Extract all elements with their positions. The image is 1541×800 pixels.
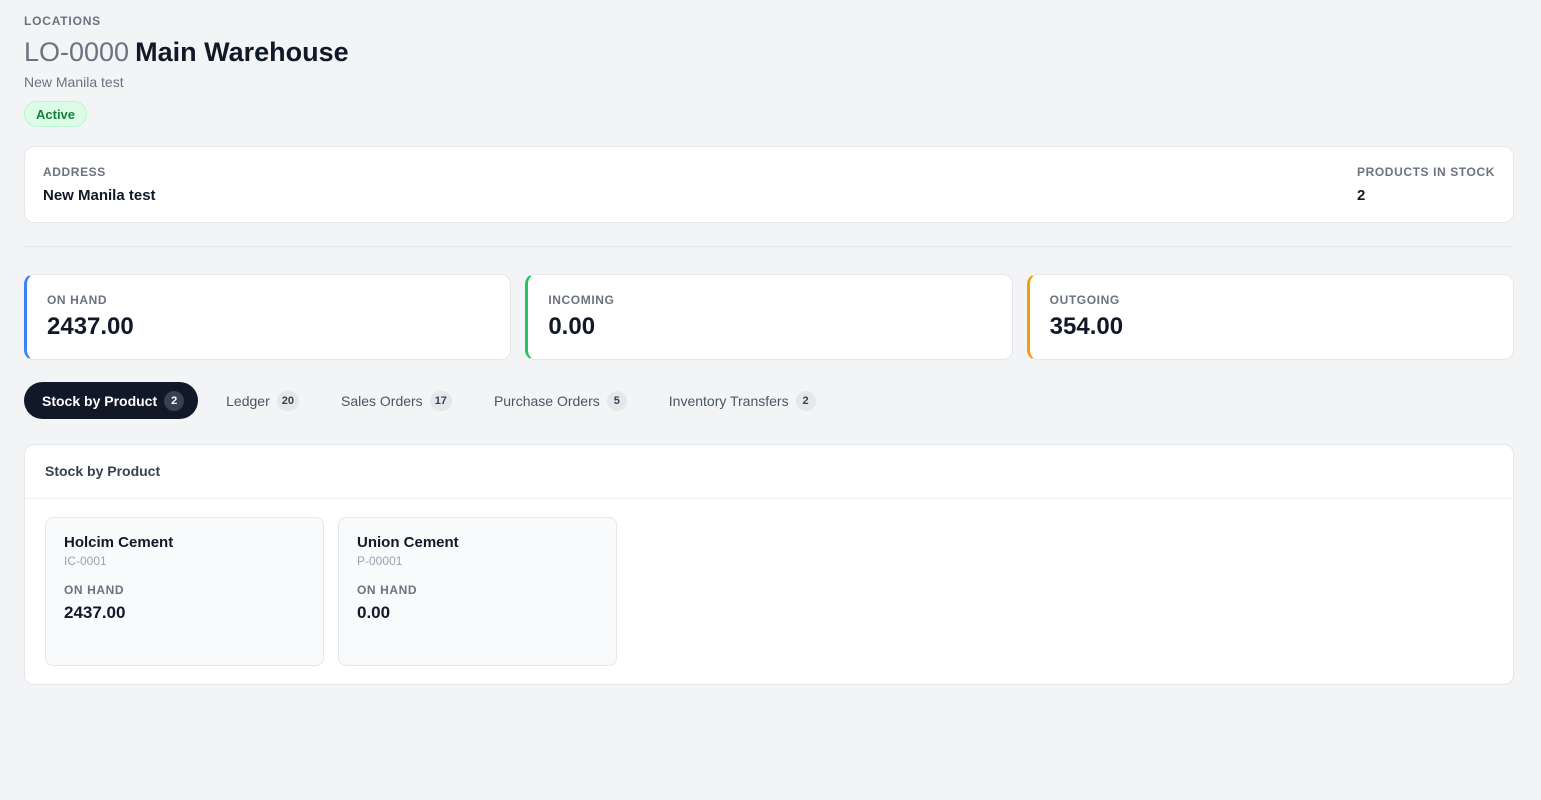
- tab-inventory-transfers[interactable]: Inventory Transfers 2: [651, 382, 830, 419]
- product-on-hand-label: ON HAND: [357, 583, 418, 597]
- stat-card-on-hand: ON HAND 2437.00: [24, 274, 512, 360]
- tab-purchase-orders[interactable]: Purchase Orders 5: [476, 382, 641, 419]
- stats-row: ON HAND 2437.00 INCOMING 0.00 OUTGOING 3…: [24, 274, 1514, 360]
- stat-label: ON HAND: [47, 293, 108, 307]
- products-in-stock-label: PRODUCTS IN STOCK: [1357, 165, 1495, 179]
- location-detail-page: LOCATIONS LO-0000 Main Warehouse New Man…: [0, 0, 1541, 800]
- products-in-stock-section: PRODUCTS IN STOCK 2: [1357, 165, 1495, 204]
- tab-count-badge: 2: [164, 390, 185, 411]
- address-value: New Manila test: [43, 187, 156, 204]
- product-name: Holcim Cement: [64, 534, 174, 551]
- stat-label: INCOMING: [548, 293, 615, 307]
- address-section: ADDRESS New Manila test: [43, 165, 156, 204]
- status-badge: Active: [24, 101, 88, 127]
- location-code: LO-0000: [24, 37, 130, 67]
- stat-value: 0.00: [548, 313, 596, 340]
- tab-label: Purchase Orders: [493, 392, 600, 409]
- location-subtitle: New Manila test: [24, 74, 124, 90]
- products-in-stock-value: 2: [1357, 187, 1366, 204]
- stat-value: 2437.00: [47, 313, 134, 340]
- stat-card-outgoing: OUTGOING 354.00: [1026, 274, 1514, 360]
- tab-stock-by-product[interactable]: Stock by Product 2: [24, 382, 199, 419]
- address-label: ADDRESS: [43, 165, 106, 179]
- tab-label: Sales Orders: [340, 392, 423, 409]
- tab-bar: Stock by Product 2 Ledger 20 Sales Order…: [24, 382, 830, 419]
- tab-label: Ledger: [226, 392, 270, 409]
- product-card[interactable]: Union Cement P-00001 ON HAND 0.00: [338, 517, 617, 666]
- tab-label: Inventory Transfers: [668, 392, 789, 409]
- location-name: Main Warehouse: [135, 37, 349, 67]
- divider: [24, 246, 1514, 247]
- location-info-card: ADDRESS New Manila test PRODUCTS IN STOC…: [24, 146, 1514, 223]
- tab-sales-orders[interactable]: Sales Orders 17: [323, 382, 466, 419]
- product-name: Union Cement: [357, 534, 459, 551]
- product-sku: IC-0001: [64, 554, 107, 568]
- stat-label: OUTGOING: [1049, 293, 1120, 307]
- product-sku: P-00001: [357, 554, 403, 568]
- panel-title: Stock by Product: [25, 445, 1513, 499]
- tab-count-badge: 20: [276, 390, 299, 411]
- breadcrumb[interactable]: LOCATIONS: [24, 14, 101, 28]
- product-on-hand-value: 2437.00: [64, 603, 126, 622]
- stat-value: 354.00: [1049, 313, 1124, 340]
- stat-card-incoming: INCOMING 0.00: [525, 274, 1013, 360]
- page-title: LO-0000 Main Warehouse: [24, 36, 349, 68]
- product-on-hand-value: 0.00: [357, 603, 391, 622]
- stock-by-product-panel: Stock by Product Holcim Cement IC-0001 O…: [24, 444, 1514, 685]
- tab-count-badge: 2: [795, 390, 816, 411]
- tab-count-badge: 5: [606, 390, 627, 411]
- product-on-hand-label: ON HAND: [64, 583, 125, 597]
- tab-count-badge: 17: [429, 390, 452, 411]
- product-card-list: Holcim Cement IC-0001 ON HAND 2437.00 Un…: [45, 517, 617, 666]
- product-card[interactable]: Holcim Cement IC-0001 ON HAND 2437.00: [45, 517, 324, 666]
- tab-label: Stock by Product: [42, 392, 158, 409]
- tab-ledger[interactable]: Ledger 20: [208, 382, 313, 419]
